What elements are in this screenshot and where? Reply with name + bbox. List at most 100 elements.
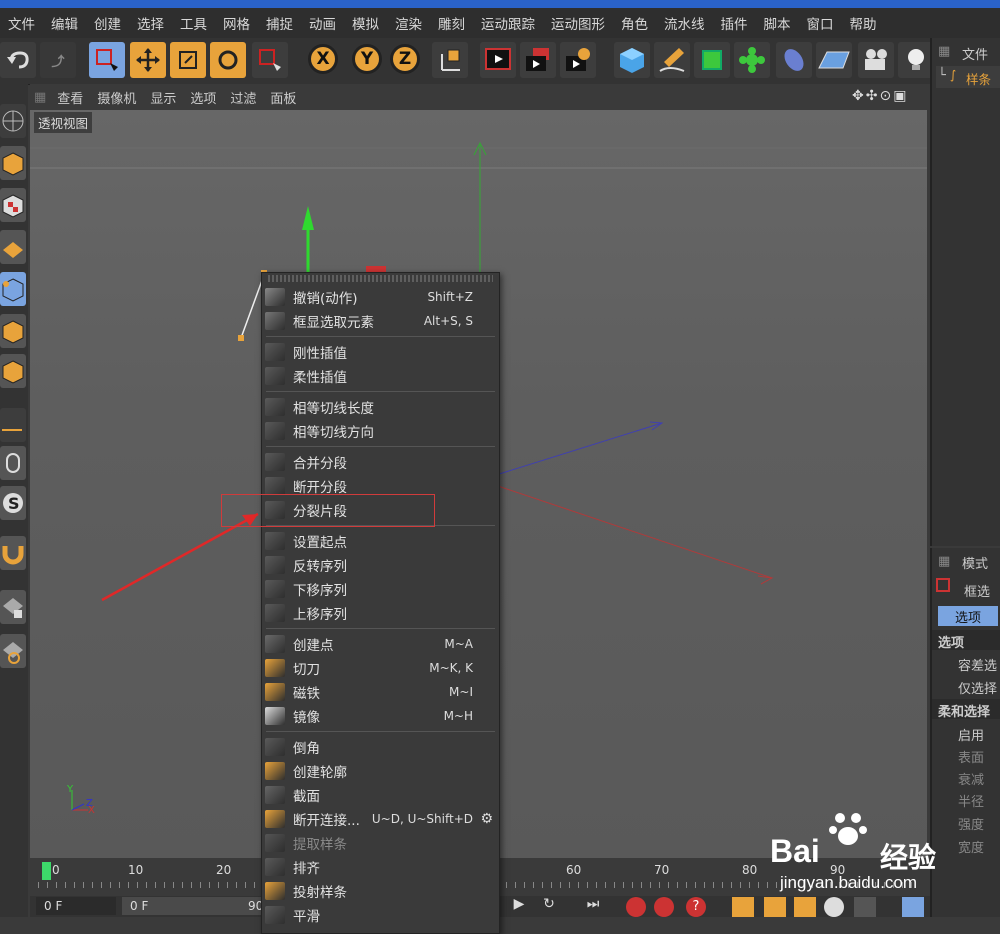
undo-button[interactable]	[0, 42, 36, 78]
cloner-button[interactable]	[734, 42, 770, 78]
points-mode-button[interactable]	[0, 272, 26, 306]
key-position-button[interactable]	[732, 897, 754, 917]
z-axis-lock-button[interactable]: Z	[390, 44, 420, 74]
key-parameter-button[interactable]	[824, 897, 844, 917]
record-button[interactable]	[626, 897, 646, 917]
context-menu-item[interactable]: 撤销(动作) Shift+Z	[262, 285, 497, 309]
context-menu-item[interactable]: 创建轮廓	[262, 759, 497, 783]
menu-item[interactable]: 运动跟踪	[473, 13, 543, 33]
play-forward-button[interactable]: ▶	[508, 896, 530, 917]
cube-object-button[interactable]	[614, 42, 650, 78]
context-menu-item[interactable]: 反转序列	[262, 553, 497, 577]
playhead[interactable]	[42, 862, 51, 880]
context-menu-item[interactable]: 合并分段	[262, 450, 497, 474]
context-menu-item[interactable]: 投射样条	[262, 879, 497, 903]
context-menu-item[interactable]: 镜像 M~H	[262, 704, 497, 728]
pen-spline-button[interactable]	[654, 42, 690, 78]
menu-item[interactable]: 捕捉	[258, 13, 301, 33]
deformer-button[interactable]	[776, 42, 812, 78]
keyframe-selection-button[interactable]: ?	[686, 897, 706, 917]
menu-item[interactable]: 插件	[713, 13, 756, 33]
autokey-button[interactable]	[654, 897, 674, 917]
context-menu-item[interactable]: 切刀 M~K, K	[262, 656, 497, 680]
coordinate-system-button[interactable]	[432, 42, 468, 78]
menu-item[interactable]: 帮助	[842, 13, 885, 33]
camera-button[interactable]	[858, 42, 894, 78]
viewport-menu-item[interactable]: 选项	[183, 88, 223, 107]
move-tool-button[interactable]	[130, 42, 166, 78]
menu-item[interactable]: 运动图形	[543, 13, 613, 33]
key-rotation-button[interactable]	[794, 897, 816, 917]
context-menu-item[interactable]: 截面	[262, 783, 497, 807]
context-menu-item[interactable]: 下移序列	[262, 577, 497, 601]
make-editable-button[interactable]	[0, 146, 26, 180]
context-menu-item[interactable]: 创建点 M~A	[262, 632, 497, 656]
render-settings-button[interactable]	[560, 42, 596, 78]
scale-tool-button[interactable]	[170, 42, 206, 78]
context-menu-item[interactable]: 相等切线方向	[262, 419, 497, 443]
context-menu-item[interactable]: 倒角	[262, 735, 497, 759]
menu-item[interactable]: 脚本	[756, 13, 799, 33]
frame-range-slider[interactable]: 0 F 90 F	[122, 897, 282, 915]
gear-icon[interactable]: ⚙	[480, 811, 493, 827]
context-menu-item[interactable]: 相等切线长度	[262, 395, 497, 419]
menu-item[interactable]: 模拟	[344, 13, 387, 33]
context-menu-item[interactable]: 设置起点	[262, 529, 497, 553]
workplane-button[interactable]	[0, 230, 26, 264]
lock-workplane-button[interactable]	[0, 590, 26, 624]
object-row[interactable]: └ ∫ 样条	[936, 66, 1000, 88]
menu-item[interactable]: 编辑	[43, 13, 86, 33]
render-to-picture-viewer-button[interactable]	[520, 42, 556, 78]
snap-button[interactable]: S	[0, 486, 26, 520]
menu-item[interactable]: 雕刻	[430, 13, 473, 33]
current-frame-field[interactable]: 0 F	[36, 897, 116, 915]
key-scale-button[interactable]	[764, 897, 786, 917]
light-button[interactable]	[898, 42, 934, 78]
menu-item[interactable]: 流水线	[656, 13, 713, 33]
viewport-menu-item[interactable]: 过滤	[223, 88, 263, 107]
floor-button[interactable]	[816, 42, 852, 78]
render-view-button[interactable]	[480, 42, 516, 78]
key-pla-button[interactable]	[854, 897, 876, 917]
subdivision-surface-button[interactable]	[694, 42, 730, 78]
menu-item[interactable]: 渲染	[387, 13, 430, 33]
menu-item[interactable]: 创建	[86, 13, 129, 33]
context-menu-item[interactable]: 磁铁 M~I	[262, 680, 497, 704]
edges-mode-button[interactable]	[0, 314, 26, 348]
texture-mode-button[interactable]	[0, 188, 26, 222]
spline-point[interactable]	[238, 335, 244, 341]
mode-menu[interactable]: 模式	[962, 553, 988, 572]
menu-item[interactable]: 网格	[215, 13, 258, 33]
tab-options[interactable]: 选项	[938, 606, 998, 626]
loop-button[interactable]: ↻	[538, 896, 560, 917]
scheme-button[interactable]	[902, 897, 924, 917]
planar-workplane-button[interactable]	[0, 634, 26, 668]
context-menu-item[interactable]: 框显选取元素 Alt+S, S	[262, 309, 497, 333]
menu-item[interactable]: 动画	[301, 13, 344, 33]
menu-item[interactable]: 窗口	[799, 13, 842, 33]
tweak-mode-button[interactable]	[0, 446, 26, 480]
objects-file-menu[interactable]: 文件	[962, 44, 988, 63]
y-axis-lock-button[interactable]: Y	[352, 44, 382, 74]
redo-button[interactable]: ⤴	[40, 42, 76, 78]
magnet-snap-button[interactable]	[0, 536, 26, 570]
context-menu-item[interactable]: 刚性插值	[262, 340, 497, 364]
polygons-mode-button[interactable]	[0, 354, 26, 388]
viewport-nav-icons[interactable]: ✥✣⊙▣	[852, 88, 908, 104]
menu-item[interactable]: 角色	[613, 13, 656, 33]
axis-mode-button[interactable]	[0, 408, 26, 442]
context-menu-item[interactable]: 上移序列	[262, 601, 497, 625]
viewport-menu-item[interactable]: 显示	[143, 88, 183, 107]
rotate-tool-button[interactable]	[210, 42, 246, 78]
viewport-menu-item[interactable]: 摄像机	[90, 88, 143, 107]
context-menu-item[interactable]: 平滑	[262, 903, 497, 927]
menu-item[interactable]: 文件	[0, 13, 43, 33]
x-axis-lock-button[interactable]: X	[308, 44, 338, 74]
viewport-menu-item[interactable]: 查看	[50, 88, 90, 107]
viewport-solo-button[interactable]	[0, 104, 26, 138]
menu-item[interactable]: 工具	[172, 13, 215, 33]
context-menu-item[interactable]: 断开连接... U~D, U~Shift+D ⚙	[262, 807, 497, 831]
recent-tool-button[interactable]	[252, 42, 288, 78]
context-menu-item[interactable]: 排齐	[262, 855, 497, 879]
goto-end-button[interactable]: ⏭	[582, 896, 604, 917]
